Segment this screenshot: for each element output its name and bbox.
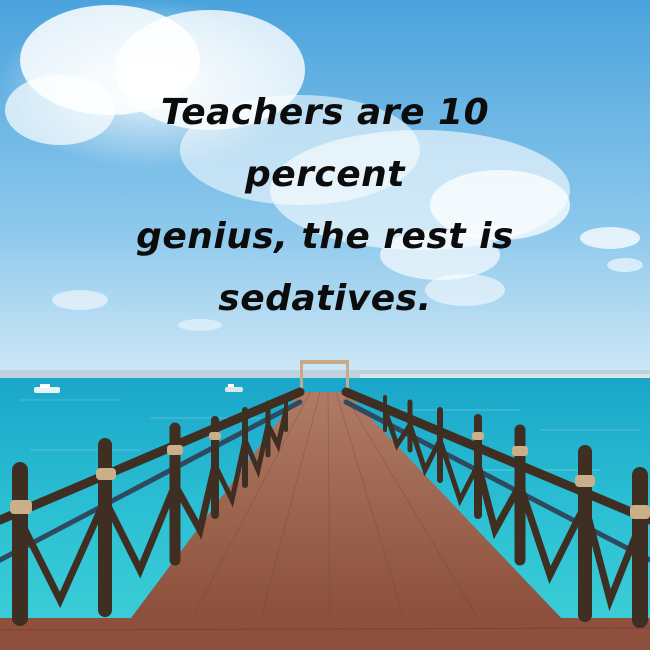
quote-line-1: Teachers are 10 percent <box>160 92 490 195</box>
quote-text: Teachers are 10 percent genius, the rest… <box>75 82 575 330</box>
quote-image: Teachers are 10 percent genius, the rest… <box>0 0 650 650</box>
quote-line-3: sedatives. <box>218 278 432 319</box>
quote-line-2: genius, the rest is <box>136 216 514 257</box>
foreground-deck <box>0 618 650 650</box>
